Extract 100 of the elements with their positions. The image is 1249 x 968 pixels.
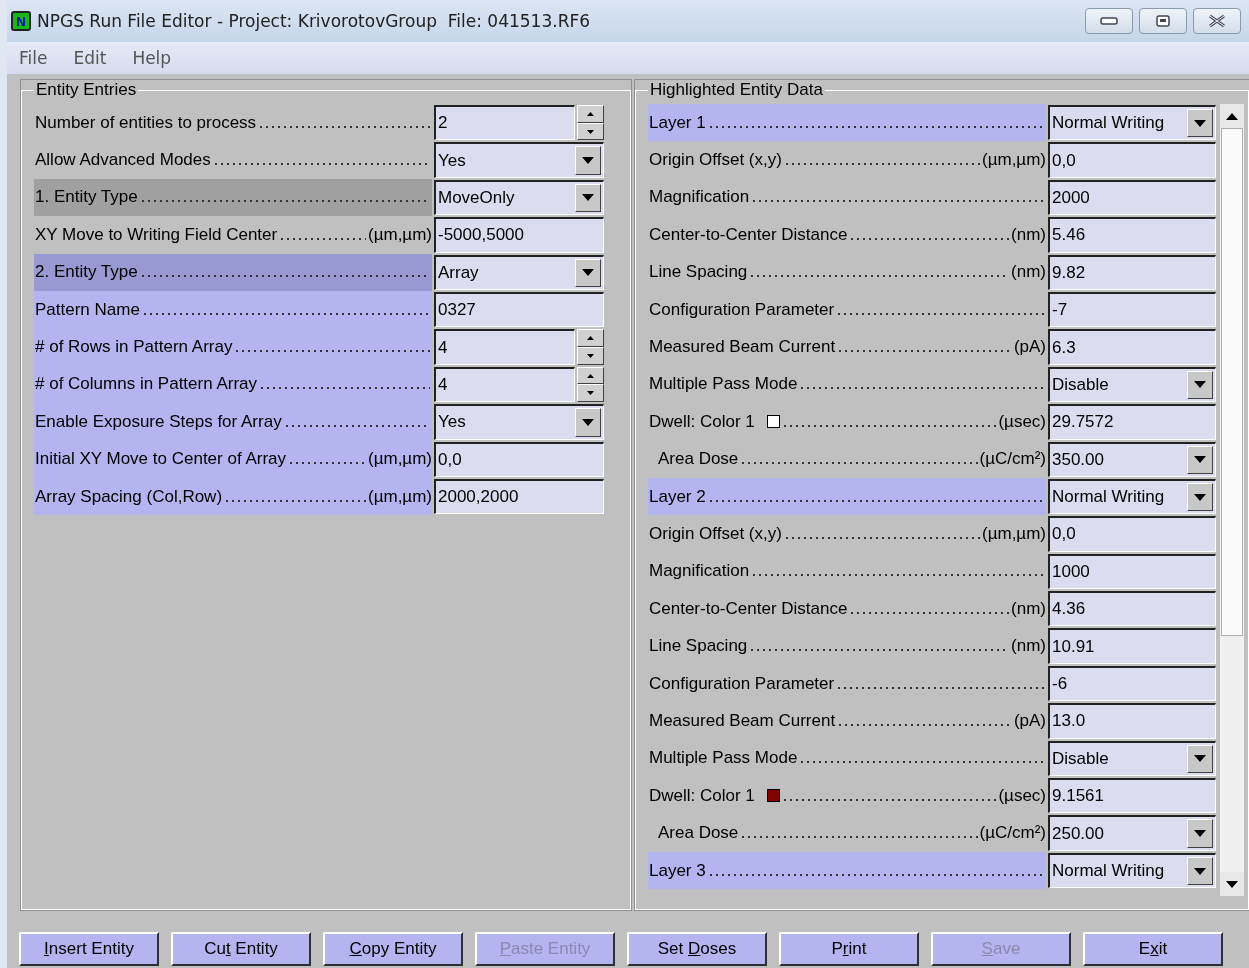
unit-label: (pA) (1013, 710, 1046, 731)
field-label: Dwell: Color 1 (649, 785, 755, 806)
input-field[interactable]: 2000,2000 (434, 478, 604, 515)
down-arrow-icon (587, 391, 594, 396)
down-arrow-icon (587, 353, 594, 358)
down-arrow-icon (587, 129, 594, 134)
input-field[interactable]: 6.3 (1048, 329, 1216, 365)
number-field[interactable]: 2 (434, 105, 575, 141)
spin-down-button[interactable] (577, 347, 604, 365)
down-arrow-icon (1194, 867, 1206, 875)
field-label: Layer 2 (649, 486, 706, 507)
field-label: Layer 1 (649, 112, 706, 133)
input-field[interactable]: 4.36 (1048, 591, 1216, 627)
dropdown[interactable]: Disable (1048, 740, 1216, 777)
field-label: # of Rows in Pattern Array (35, 337, 233, 358)
dropdown[interactable]: MoveOnly (434, 179, 604, 216)
field-label: Configuration Parameter (649, 299, 835, 320)
up-arrow-icon (587, 373, 594, 378)
action-button[interactable]: Cut Entity (171, 932, 311, 966)
input-field[interactable]: 10.91 (1048, 628, 1216, 664)
field-label: Center-to-Center Distance (649, 224, 848, 245)
number-field[interactable]: 4 (434, 366, 575, 403)
unit-label: (nm) (1011, 636, 1046, 657)
unit-label: (µC/cm²) (979, 823, 1046, 844)
menu-item[interactable]: Help (132, 48, 172, 68)
action-button[interactable]: Exit (1083, 932, 1223, 966)
input-field[interactable]: 1000 (1048, 553, 1216, 590)
down-arrow-icon (582, 418, 594, 426)
up-arrow-icon (1226, 112, 1238, 120)
field-label: Multiple Pass Mode (649, 374, 798, 395)
down-arrow-icon (1194, 493, 1206, 501)
field-label: Configuration Parameter (649, 673, 835, 694)
unit-label: (µsec) (998, 785, 1046, 806)
down-arrow-icon (1194, 755, 1206, 763)
spin-up-button[interactable] (577, 366, 604, 385)
input-field[interactable]: 9.82 (1048, 254, 1216, 290)
input-field[interactable]: -5000,5000 (434, 217, 604, 253)
input-field[interactable]: 0,0 (434, 441, 604, 477)
dropdown[interactable]: Normal Writing (1048, 852, 1216, 889)
field-label: Origin Offset (x,y) (649, 524, 782, 544)
field-label: Center-to-Center Distance (649, 598, 848, 619)
unit-label: (nm) (1011, 224, 1046, 245)
group-title: Highlighted Entity Data (649, 80, 824, 100)
input-field[interactable]: 2000 (1048, 179, 1216, 216)
action-button[interactable]: Print (779, 932, 919, 966)
input-field[interactable]: 29.7572 (1048, 404, 1216, 440)
down-arrow-icon (1226, 880, 1238, 888)
spin-up-button[interactable] (577, 105, 604, 123)
dropdown[interactable]: 250.00 (1048, 815, 1216, 851)
field-label: Magnification (649, 187, 750, 208)
unit-label: (µm,µm) (982, 524, 1046, 544)
dropdown[interactable]: Normal Writing (1048, 478, 1216, 515)
field-label: Line Spacing (649, 262, 748, 283)
action-button[interactable]: Set Doses (627, 932, 767, 966)
field-label: Initial XY Move to Center of Array (35, 449, 287, 470)
field-label: 2. Entity Type (35, 262, 138, 283)
spin-down-button[interactable] (577, 384, 604, 403)
input-field[interactable]: -7 (1048, 291, 1216, 328)
action-button[interactable]: Copy Entity (323, 932, 463, 966)
input-field[interactable]: 5.46 (1048, 217, 1216, 253)
minimize-icon (1100, 17, 1118, 25)
input-field[interactable]: 0,0 (1048, 142, 1216, 178)
menu-item[interactable]: File (19, 48, 48, 68)
minimize-button[interactable] (1085, 8, 1133, 34)
scrollbar[interactable] (1220, 104, 1244, 896)
unit-label: (µm,µm) (982, 150, 1046, 171)
group-title: Entity Entries (35, 80, 138, 100)
field-label: Line Spacing (649, 636, 748, 657)
field-label: Allow Advanced Modes (35, 150, 211, 171)
unit-label: (pA) (1013, 337, 1046, 358)
maximize-icon (1156, 15, 1170, 27)
input-field[interactable]: 9.1561 (1048, 778, 1216, 814)
maximize-button[interactable] (1139, 8, 1187, 34)
down-arrow-icon (1194, 119, 1206, 127)
app-icon: N (11, 11, 31, 31)
down-arrow-icon (582, 269, 594, 277)
input-field[interactable]: -6 (1048, 665, 1216, 702)
dropdown[interactable]: Yes (434, 404, 604, 440)
field-label: Measured Beam Current (649, 710, 836, 731)
unit-label: (µm,µm) (368, 486, 432, 507)
dropdown[interactable]: Normal Writing (1048, 105, 1216, 141)
input-field[interactable]: 0,0 (1048, 516, 1216, 552)
menu-item[interactable]: Edit (73, 48, 107, 68)
field-label: XY Move to Writing Field Center (35, 224, 278, 245)
unit-label: (µsec) (998, 411, 1046, 432)
dropdown[interactable]: 350.00 (1048, 441, 1216, 477)
spin-up-button[interactable] (577, 329, 604, 348)
action-button[interactable]: Insert Entity (19, 932, 159, 966)
field-label: Enable Exposure Steps for Array (35, 411, 282, 432)
input-field[interactable]: 0327 (434, 291, 604, 328)
input-field[interactable]: 13.0 (1048, 703, 1216, 739)
field-label: Measured Beam Current (649, 337, 836, 358)
dropdown[interactable]: Disable (1048, 366, 1216, 403)
unit-label: (nm) (1011, 598, 1046, 619)
dropdown[interactable]: Array (434, 254, 604, 290)
dropdown[interactable]: Yes (434, 142, 604, 178)
close-button[interactable] (1193, 8, 1241, 34)
field-label: Number of entities to process (35, 112, 257, 133)
number-field[interactable]: 4 (434, 329, 575, 365)
field-label: Area Dose (658, 449, 739, 470)
